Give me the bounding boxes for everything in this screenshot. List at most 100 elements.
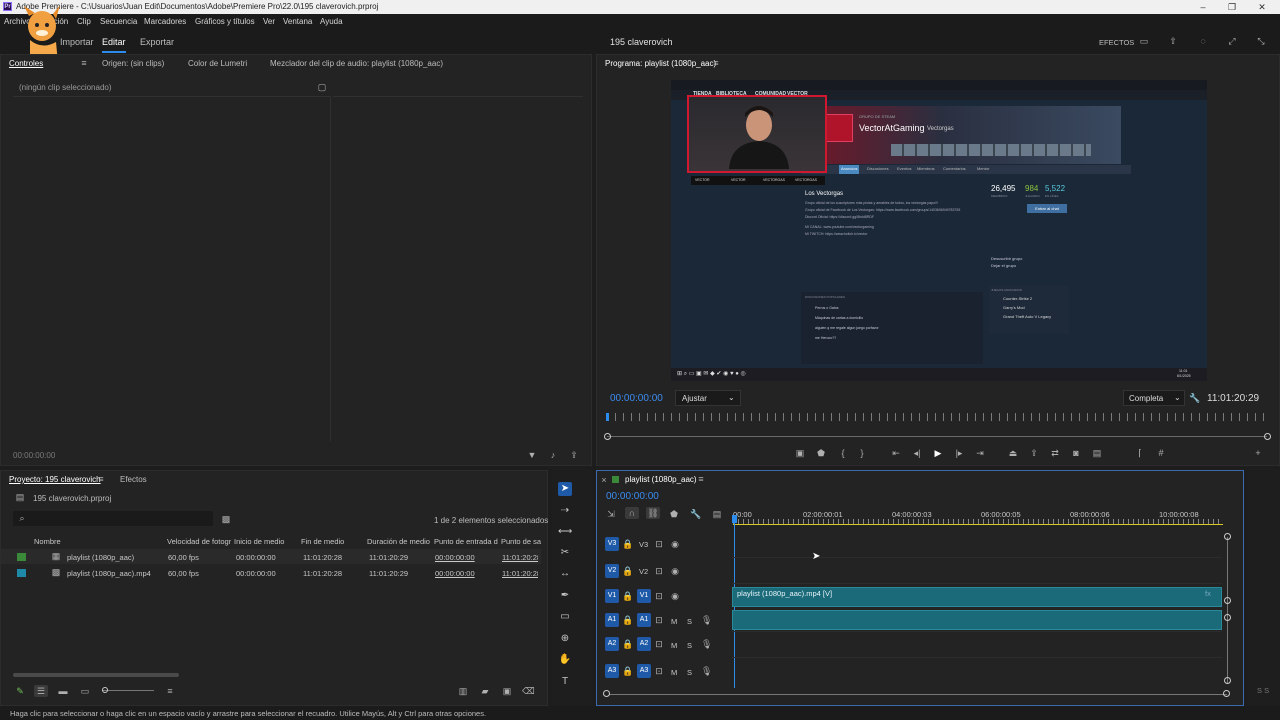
lock-icon[interactable]: 🔒 (622, 538, 633, 550)
tab-audio-mixer[interactable]: Mezclador del clip de audio: playlist (1… (270, 59, 443, 68)
menu-secuencia[interactable]: Secuencia (100, 17, 137, 26)
tab-lumetri[interactable]: Color de Lumetri (188, 59, 247, 68)
step-back-icon[interactable]: ◂| (911, 447, 923, 459)
program-video-frame[interactable]: TIENDA BIBLIOTECA COMUNIDAD VECTOR GRUPO… (671, 80, 1207, 381)
camera-icon[interactable]: ◙ (1070, 447, 1082, 459)
compare-icon[interactable]: ⇄ (1049, 447, 1061, 459)
timeline-playhead[interactable] (732, 515, 737, 523)
panel-menu-icon[interactable]: ≡ (96, 473, 106, 485)
track-source-a1[interactable]: A1 (637, 613, 651, 627)
lock-icon[interactable]: 🔒 (622, 614, 633, 626)
lock-icon[interactable]: 🔒 (622, 665, 633, 677)
quality-select[interactable]: Completa ⌄ (1123, 390, 1185, 406)
timeline-timecode[interactable]: 00:00:00:00 (606, 491, 659, 502)
automate-icon[interactable]: ▥ (457, 685, 469, 697)
solo-button[interactable]: S (687, 641, 692, 650)
track-target-a3[interactable]: A3 (605, 664, 619, 678)
eye-icon[interactable]: ◉ (669, 538, 681, 550)
export-icon[interactable]: ⇪ (568, 449, 580, 461)
track-target-a2[interactable]: A2 (605, 637, 619, 651)
hand-tool-icon[interactable]: ✋ (558, 653, 572, 667)
h-scroll-handle-right[interactable] (1223, 690, 1230, 697)
project-row[interactable]: ▦ playlist (1080p_aac) 60,00 fps 00:00:0… (1, 549, 541, 564)
sync-lock-icon[interactable]: ⊡ (653, 538, 665, 550)
rectangle-tool-icon[interactable]: ▭ (558, 610, 572, 624)
zoom-slider-handle[interactable] (102, 687, 108, 693)
project-h-scrollbar[interactable] (13, 673, 179, 677)
type-tool-icon[interactable]: T (558, 675, 572, 689)
new-item-icon[interactable]: ▣ (501, 685, 513, 697)
program-playhead[interactable] (606, 413, 609, 421)
mark-out-icon[interactable]: } (856, 447, 868, 459)
panel-menu-icon[interactable]: ≡ (79, 57, 89, 69)
filter-icon[interactable]: ▼ (526, 449, 538, 461)
mic-icon[interactable]: 🎙 (701, 614, 712, 626)
timeline-h-scrollbar[interactable] (609, 694, 1227, 695)
track-source-a2[interactable]: A2 (637, 637, 651, 651)
play-icon[interactable]: ▶ (932, 447, 944, 459)
captions-icon[interactable]: ▤ (711, 508, 723, 520)
freeform-view-icon[interactable]: ▭ (78, 685, 92, 697)
col-fin[interactable]: Fin de medio (301, 537, 344, 546)
item-in[interactable]: 00:00:00:00 (435, 569, 475, 578)
project-row[interactable]: ▩ playlist (1080p_aac).mp4 60,00 fps 00:… (1, 565, 541, 580)
v-scroll-handle-bottom[interactable] (1224, 677, 1231, 684)
sync-lock-icon[interactable]: ⊡ (653, 590, 665, 602)
razor-icon[interactable]: ✂ (558, 546, 572, 560)
selection-tool-icon[interactable]: ➤ (558, 482, 572, 496)
add-marker-icon[interactable]: ⬟ (668, 508, 680, 520)
track-target-v1[interactable]: V1 (605, 589, 619, 603)
close-icon[interactable]: × (599, 474, 609, 486)
track-source-a3[interactable]: A3 (637, 664, 651, 678)
lock-icon[interactable]: 🔒 (622, 638, 633, 650)
multicam-icon[interactable]: ▤ (1091, 447, 1103, 459)
zoom-icon[interactable]: ⤢ (1225, 35, 1239, 47)
menu-ayuda[interactable]: Ayuda (320, 17, 343, 26)
item-in[interactable]: 00:00:00:00 (435, 553, 475, 562)
scroll-handle-right[interactable] (1264, 433, 1271, 440)
progress-icon[interactable]: ◌ (1196, 35, 1210, 47)
h-scroll-handle-left[interactable] (603, 690, 610, 697)
track-source-v1[interactable]: V1 (637, 589, 651, 603)
zoom-slider[interactable] (102, 690, 154, 691)
menu-ver[interactable]: Ver (263, 17, 275, 26)
step-forward-icon[interactable]: |▸ (953, 447, 965, 459)
project-search-input[interactable]: ⌕ (13, 511, 213, 526)
add-button-icon[interactable]: + (1252, 447, 1264, 459)
play-audio-icon[interactable]: ♪ (547, 449, 559, 461)
wrench-icon[interactable]: 🔧 (1189, 392, 1201, 404)
zoom-select[interactable]: Ajustar ⌄ (675, 390, 741, 406)
share-icon[interactable]: ⇧ (1166, 35, 1180, 47)
col-nombre[interactable]: Nombre (34, 537, 61, 546)
program-timecode[interactable]: 00:00:00:00 (610, 393, 663, 404)
list-view-icon[interactable]: ☰ (34, 685, 48, 697)
panel-menu-icon[interactable]: ≡ (711, 57, 721, 69)
col-fps[interactable]: Velocidad de fotogramas (167, 537, 231, 546)
v-scroll-handle-mid[interactable] (1224, 597, 1231, 604)
sync-lock-icon[interactable]: ⊡ (653, 665, 665, 677)
col-duracion[interactable]: Duración de medio (367, 537, 430, 546)
program-ruler[interactable] (607, 413, 1271, 421)
linked-selection-icon[interactable]: ⛓ (646, 507, 660, 519)
mark-in-icon[interactable]: { (837, 447, 849, 459)
audio-clip-a1[interactable] (732, 610, 1222, 630)
col-salida[interactable]: Punto de salida de vídeo (501, 537, 541, 546)
menu-graficos[interactable]: Gráficos y títulos (195, 17, 255, 26)
col-inicio[interactable]: Inicio de medio (234, 537, 296, 546)
new-bin-icon[interactable]: ▩ (220, 513, 232, 525)
tab-controles[interactable]: Controles (9, 59, 43, 68)
solo-button[interactable]: S (687, 617, 692, 626)
item-out[interactable]: 11:01:20:28 (502, 569, 538, 578)
snap-icon[interactable]: ∩ (625, 507, 639, 519)
tab-origen[interactable]: Origen: (sin clips) (102, 59, 164, 68)
add-marker-icon[interactable]: ▣ (794, 447, 806, 459)
mute-button[interactable]: M (671, 641, 677, 650)
timeline-v-scrollbar[interactable] (1227, 537, 1228, 683)
col-entrada[interactable]: Punto de entrada de vídeo (434, 537, 498, 546)
track-select-icon[interactable]: ⇢ (558, 504, 572, 518)
mute-button[interactable]: M (671, 617, 677, 626)
menu-clip[interactable]: Clip (77, 17, 91, 26)
tab-proyecto[interactable]: Proyecto: 195 claverovich (9, 475, 101, 484)
collapse-icon[interactable]: ▢ (316, 81, 328, 93)
panel-layout-icon[interactable]: ▭ (1137, 35, 1151, 47)
